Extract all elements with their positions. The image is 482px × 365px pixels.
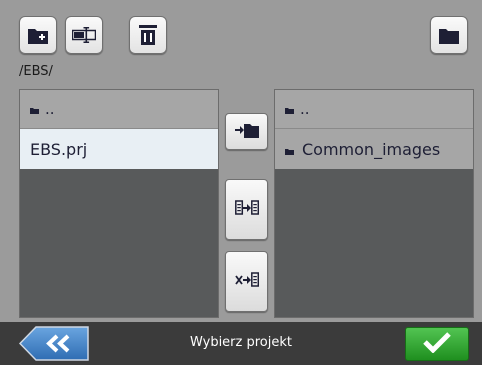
folder-name: Common_images — [302, 139, 441, 159]
right-parent-row[interactable]: .. — [275, 90, 473, 129]
replace-file-icon — [234, 271, 259, 292]
checkmark-icon — [422, 331, 452, 357]
open-folder-button[interactable] — [430, 16, 468, 54]
file-name: EBS.prj — [30, 139, 88, 159]
folder-icon — [439, 27, 459, 44]
replace-button[interactable] — [225, 251, 268, 312]
left-parent-row[interactable]: .. — [20, 90, 218, 129]
move-folder-icon — [234, 122, 259, 142]
copy-button[interactable] — [225, 179, 268, 240]
copy-file-icon — [234, 199, 259, 220]
right-file-pane[interactable]: .. Common_images — [274, 89, 474, 318]
folder-plus-icon — [28, 27, 48, 44]
folder-icon — [285, 140, 294, 159]
folder-icon — [285, 100, 294, 118]
trash-icon — [139, 25, 157, 45]
move-to-right-button[interactable] — [225, 113, 268, 150]
bottom-bar: Wybierz projekt — [0, 322, 482, 365]
confirm-button[interactable] — [405, 327, 469, 361]
rename-button[interactable] — [65, 16, 103, 54]
rename-icon — [72, 27, 96, 43]
current-path: /EBS/ — [19, 64, 53, 79]
parent-dir-label: .. — [300, 100, 310, 118]
folder-icon — [30, 100, 39, 118]
delete-button[interactable] — [129, 16, 167, 54]
new-folder-button[interactable] — [19, 16, 57, 54]
left-file-pane[interactable]: .. EBS.prj — [19, 89, 219, 318]
file-row[interactable]: EBS.prj — [20, 129, 218, 169]
folder-row[interactable]: Common_images — [275, 129, 473, 169]
parent-dir-label: .. — [45, 100, 55, 118]
